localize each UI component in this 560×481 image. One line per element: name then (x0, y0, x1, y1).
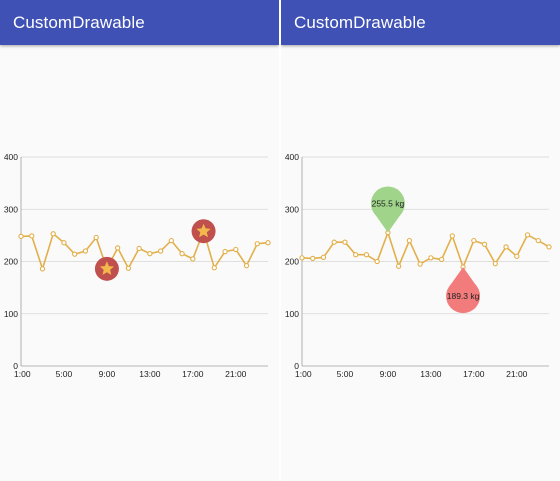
line-chart-star-markers[interactable]: 01002003004001:00 5:00 9:00 13:00 17:00 21:00 (0, 0, 279, 481)
data-point[interactable] (503, 244, 509, 250)
left-screen: CustomDrawable 0 100 200 300 400 1:00 5:00 9:00… (0, 0, 279, 481)
data-point[interactable] (50, 231, 56, 237)
bubble-value-label: 255.5 kg (372, 199, 405, 209)
data-point[interactable] (374, 258, 380, 265)
data-point[interactable] (190, 256, 196, 262)
data-point[interactable] (82, 248, 89, 254)
data-point[interactable] (320, 254, 327, 260)
data-point[interactable] (546, 244, 552, 250)
data-point[interactable] (353, 252, 359, 258)
data-point[interactable] (125, 265, 132, 271)
series-line (301, 231, 550, 268)
y-tick-label: 200 (285, 257, 299, 267)
y-tick-label: 200 (4, 257, 18, 267)
star-marker[interactable] (94, 256, 119, 281)
line-chart-value-bubbles[interactable]: 01002003004001:00 5:00 9:00 13:00 17:00 21:00… (281, 0, 560, 481)
data-point[interactable] (417, 261, 423, 267)
data-point[interactable] (136, 245, 142, 252)
right-screen: CustomDrawable 0 100 200 300 400 1:00 5:00 9:00… (281, 0, 560, 481)
data-point[interactable] (492, 260, 498, 267)
data-point[interactable] (265, 240, 271, 246)
data-point[interactable] (299, 255, 305, 261)
data-point[interactable] (93, 234, 99, 241)
data-point[interactable] (471, 237, 477, 244)
data-point[interactable] (449, 233, 455, 239)
x-tick-label: 13:00 (139, 369, 161, 379)
data-point[interactable] (428, 255, 434, 261)
x-tick-label: 9:00 (380, 369, 397, 379)
data-point[interactable] (406, 237, 413, 244)
y-tick-label: 100 (285, 309, 299, 319)
y-tick-label: 300 (4, 204, 18, 214)
star-marker[interactable] (191, 219, 216, 244)
data-point[interactable] (243, 263, 250, 269)
data-point[interactable] (61, 240, 67, 246)
data-point[interactable] (18, 233, 24, 240)
x-tick-label: 21:00 (225, 369, 247, 379)
data-point[interactable] (535, 237, 541, 244)
data-point[interactable] (363, 252, 370, 258)
x-tick-label: 21:00 (506, 369, 528, 379)
data-point[interactable] (481, 241, 488, 247)
data-point[interactable] (331, 239, 337, 245)
y-tick-label: 400 (285, 152, 299, 162)
value-bubble-high[interactable]: 255.5 kg (370, 186, 405, 233)
x-tick-label: 1:00 (295, 369, 312, 379)
y-tick-label: 400 (4, 152, 18, 162)
data-point[interactable] (157, 248, 164, 254)
x-tick-label: 17:00 (182, 369, 204, 379)
y-tick-label: 100 (4, 309, 18, 319)
x-tick-label: 5:00 (337, 369, 354, 379)
x-tick-label: 1:00 (14, 369, 31, 379)
x-tick-label: 13:00 (420, 369, 442, 379)
data-point[interactable] (39, 266, 46, 272)
data-point[interactable] (147, 251, 153, 257)
data-point[interactable] (72, 251, 78, 257)
data-point[interactable] (438, 256, 445, 263)
data-point[interactable] (342, 239, 348, 245)
data-point[interactable] (29, 233, 35, 239)
bubble-value-label: 189.3 kg (447, 291, 480, 301)
data-point[interactable] (115, 245, 121, 251)
x-tick-label: 5:00 (56, 369, 73, 379)
x-tick-label: 17:00 (463, 369, 485, 379)
data-point[interactable] (310, 255, 316, 262)
data-point[interactable] (168, 237, 174, 244)
data-point[interactable] (396, 263, 402, 269)
value-bubble-low[interactable]: 189.3 kg (446, 267, 481, 314)
y-tick-label: 300 (285, 204, 299, 214)
data-point[interactable] (179, 251, 185, 257)
series-line (20, 230, 269, 270)
x-tick-label: 9:00 (99, 369, 116, 379)
data-point[interactable] (233, 246, 239, 253)
data-point[interactable] (254, 241, 260, 247)
data-point[interactable] (524, 232, 531, 238)
data-point[interactable] (514, 253, 520, 259)
data-point[interactable] (211, 265, 217, 271)
data-point[interactable] (222, 248, 228, 255)
